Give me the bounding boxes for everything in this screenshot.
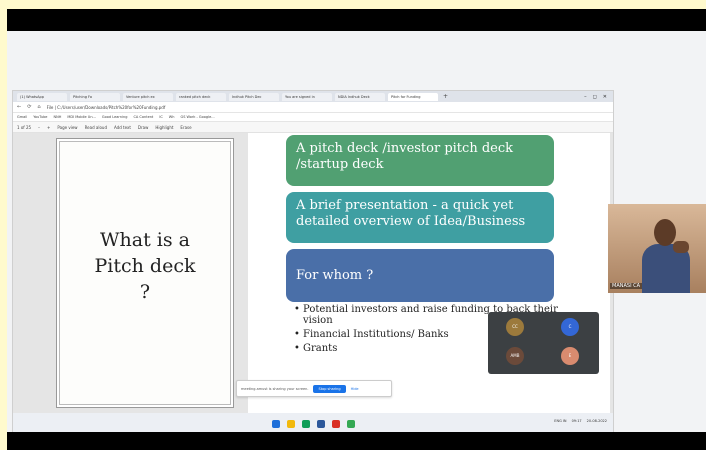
stop-sharing-button[interactable]: Stop sharing bbox=[313, 384, 346, 393]
definition-card: A pitch deck /investor pitch deck /start… bbox=[286, 135, 554, 186]
zoom-out-button[interactable]: – bbox=[38, 125, 40, 130]
window-controls: – ◻ ✕ bbox=[584, 94, 613, 100]
browser-tabbar: (1) WhatsApp Pitching Fo Venture pitch e… bbox=[13, 91, 613, 102]
maximize-button[interactable]: ◻ bbox=[593, 94, 597, 100]
bookmark-item[interactable]: MDI Mobile Un... bbox=[67, 115, 96, 119]
clock-date[interactable]: 20-08-2022 bbox=[587, 419, 607, 423]
clock-time[interactable]: 09:17 bbox=[572, 419, 582, 423]
back-icon[interactable]: ← bbox=[17, 104, 21, 110]
app-icon[interactable] bbox=[331, 420, 340, 428]
audience-card: For whom ? bbox=[286, 249, 554, 302]
summary-card: A brief presentation - a quick yet detai… bbox=[286, 192, 554, 243]
slide-title-page: What is a Pitch deck ? bbox=[56, 138, 234, 408]
presenter-name: MANASI CA bbox=[610, 283, 643, 289]
read-aloud-button[interactable]: Read aloud bbox=[85, 125, 107, 130]
meeting-canvas: (1) WhatsApp Pitching Fo Venture pitch e… bbox=[7, 31, 706, 434]
page-counter[interactable]: 1 of 25 bbox=[17, 125, 31, 130]
browser-tab[interactable]: (1) WhatsApp bbox=[17, 92, 67, 101]
new-tab-button[interactable]: + bbox=[443, 93, 448, 100]
bookmarks-bar: Gmail YouTube NNH MDI Mobile Un... Good … bbox=[13, 113, 613, 122]
browser-tab[interactable]: Indhuk Pitch Dec bbox=[229, 92, 279, 101]
bookmark-item[interactable]: Good Learning bbox=[102, 115, 128, 119]
page-view-button[interactable]: Page view bbox=[57, 125, 77, 130]
bookmark-item[interactable]: Wh bbox=[169, 115, 175, 119]
browser-tab-active[interactable]: Pitch for Funding bbox=[388, 92, 438, 101]
add-text-button[interactable]: Add text bbox=[114, 125, 131, 130]
file-explorer-icon[interactable] bbox=[286, 420, 295, 428]
hide-button[interactable]: Hide bbox=[351, 387, 359, 391]
presenter-hand bbox=[673, 241, 689, 253]
participants-tile[interactable]: CC C AMB E bbox=[488, 312, 599, 374]
slide-title-line: ? bbox=[139, 281, 151, 303]
bookmark-item[interactable]: CA Content bbox=[133, 115, 153, 119]
participant-avatar[interactable]: C bbox=[561, 318, 579, 336]
shared-screen: (1) WhatsApp Pitching Fo Venture pitch e… bbox=[12, 90, 614, 434]
audience-card-label: For whom ? bbox=[296, 267, 374, 283]
system-tray: ENG IN 09:17 20-08-2022 bbox=[554, 419, 607, 423]
share-message: meeting.amust is sharing your screen. bbox=[241, 386, 309, 391]
url-field[interactable]: File | C:/Users/user/Downloads/Pitch%20f… bbox=[47, 105, 166, 110]
start-icon[interactable] bbox=[271, 420, 280, 428]
address-bar: ← ⟳ ⌂ File | C:/Users/user/Downloads/Pit… bbox=[13, 102, 613, 113]
highlight-button[interactable]: Highlight bbox=[155, 125, 173, 130]
pdf-toolbar: 1 of 25 – + Page view Read aloud Add tex… bbox=[13, 122, 613, 133]
minimize-button[interactable]: – bbox=[584, 94, 587, 100]
erase-button[interactable]: Erase bbox=[180, 125, 191, 130]
refresh-icon[interactable]: ⟳ bbox=[27, 104, 31, 110]
browser-tab[interactable]: Venture pitch ex bbox=[123, 92, 173, 101]
browser-tab[interactable]: Pitching Fo bbox=[70, 92, 120, 101]
bookmark-item[interactable]: NNH bbox=[53, 115, 61, 119]
word-icon[interactable] bbox=[316, 420, 325, 428]
draw-button[interactable]: Draw bbox=[138, 125, 148, 130]
windows-taskbar: ENG IN 09:17 20-08-2022 bbox=[13, 413, 613, 433]
home-icon[interactable]: ⌂ bbox=[37, 104, 40, 110]
slide-title: What is a Pitch deck ? bbox=[57, 227, 233, 305]
participant-avatar[interactable]: E bbox=[561, 347, 579, 365]
bookmark-item[interactable]: GS Work - Google... bbox=[180, 115, 214, 119]
bottom-letterbox bbox=[7, 432, 706, 450]
chrome-icon[interactable] bbox=[301, 420, 310, 428]
bookmark-item[interactable]: YouTube bbox=[33, 115, 47, 119]
participant-avatar[interactable]: CC bbox=[506, 318, 524, 336]
presenter-video[interactable]: MANASI CA bbox=[608, 204, 706, 293]
language-indicator[interactable]: ENG IN bbox=[554, 419, 566, 423]
presenter-head bbox=[654, 219, 676, 246]
browser-tab[interactable]: ranked pitch deck bbox=[176, 92, 226, 101]
zoom-in-button[interactable]: + bbox=[47, 125, 50, 130]
close-button[interactable]: ✕ bbox=[603, 94, 607, 100]
slide-title-line: Pitch deck bbox=[94, 255, 196, 277]
bookmark-item[interactable]: Gmail bbox=[17, 115, 27, 119]
top-letterbox bbox=[7, 9, 706, 31]
bookmark-item[interactable]: IC bbox=[159, 115, 162, 119]
browser-tab[interactable]: You are signed in bbox=[282, 92, 332, 101]
edge-icon[interactable] bbox=[346, 420, 355, 428]
slide-title-line: What is a bbox=[100, 229, 190, 251]
browser-tab[interactable]: NDIA Indhuk Deck bbox=[335, 92, 385, 101]
participant-avatar[interactable]: AMB bbox=[506, 347, 524, 365]
screen-share-bar: meeting.amust is sharing your screen. St… bbox=[236, 380, 392, 397]
